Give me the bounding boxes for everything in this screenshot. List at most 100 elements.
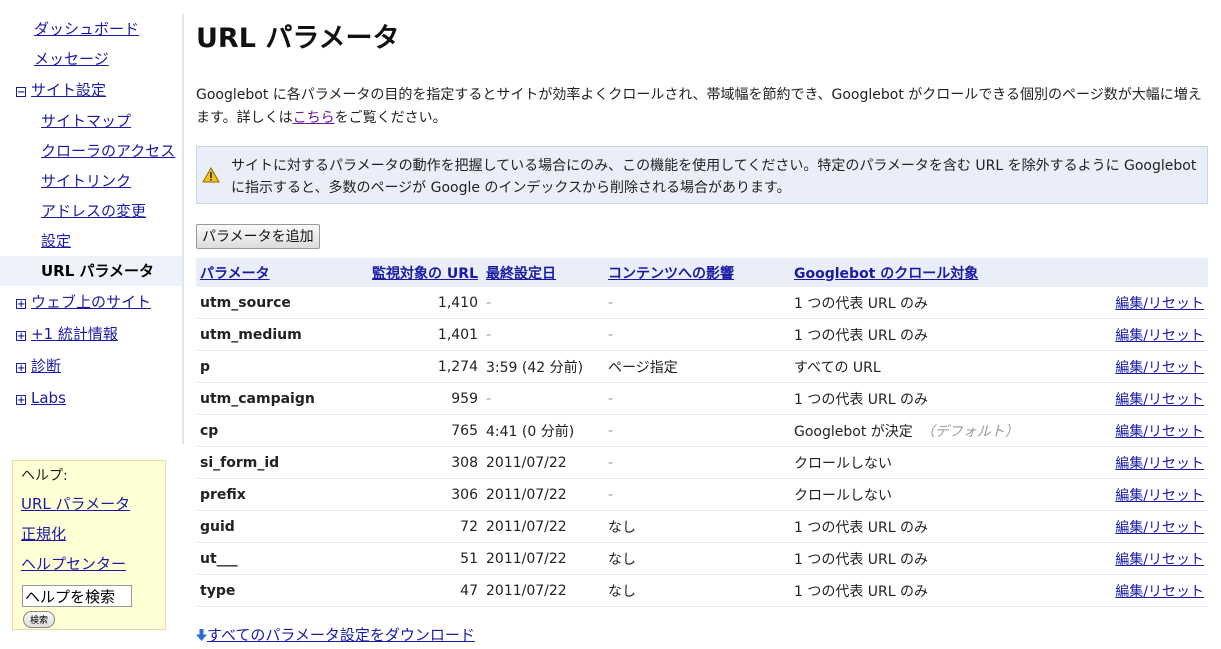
sidebar-item-6[interactable]: アドレスの変更 xyxy=(0,196,182,226)
help-link-canonicalization[interactable]: 正規化 xyxy=(21,523,66,544)
last-configured: 3:59 (42 分前) xyxy=(482,350,604,383)
edit-link[interactable]: 編集 xyxy=(1115,456,1143,472)
learn-more-link[interactable]: こちら xyxy=(293,110,335,126)
monitored-url-count: 1,410 xyxy=(356,287,482,319)
column-header-content-effect[interactable]: コンテンツへの影響 xyxy=(608,266,734,282)
edit-link[interactable]: 編集 xyxy=(1115,328,1143,344)
plus-box-icon[interactable]: + xyxy=(16,363,26,374)
sidebar-item-label[interactable]: Labs xyxy=(31,389,66,407)
reset-link[interactable]: /リセット xyxy=(1143,392,1204,408)
sidebar-item-7[interactable]: 設定 xyxy=(0,226,182,256)
sidebar-item-label[interactable]: 設定 xyxy=(41,232,71,250)
plus-box-icon[interactable]: + xyxy=(16,331,26,342)
row-actions: 編集/リセット xyxy=(1086,382,1208,415)
row-actions: 編集/リセット xyxy=(1086,318,1208,351)
parameter-name: utm_source xyxy=(196,287,356,319)
table-row: utm_source 1,410- -1 つの代表 URL のみ 編集/リセット xyxy=(196,287,1208,319)
edit-link[interactable]: 編集 xyxy=(1115,392,1143,408)
column-header-monitored-urls[interactable]: 監視対象の URL xyxy=(372,266,478,282)
table-row: ut___ 51 2011/07/22 なし 1 つの代表 URL のみ 編集/リセット xyxy=(196,542,1208,575)
sidebar-item-label[interactable]: アドレスの変更 xyxy=(41,202,146,220)
last-configured: 2011/07/22 xyxy=(482,446,604,479)
content-effect: - xyxy=(604,382,790,415)
crawl-target: Googlebot が決定 （デフォルト） xyxy=(790,414,1086,447)
table-header-row: パラメータ 監視対象の URL 最終設定日 コンテンツへの影響 Googlebo… xyxy=(196,258,1208,287)
add-parameter-button[interactable]: パラメータを追加 xyxy=(196,224,320,249)
content-effect: ページ指定 xyxy=(604,350,790,383)
edit-link[interactable]: 編集 xyxy=(1115,520,1143,536)
reset-link[interactable]: /リセット xyxy=(1143,520,1204,536)
sidebar-item-2[interactable]: − サイト設定 xyxy=(0,74,182,106)
last-configured: - xyxy=(482,318,604,351)
sidebar-item-11[interactable]: + 診断 xyxy=(0,350,182,382)
column-header-crawl-target[interactable]: Googlebot のクロール対象 xyxy=(794,266,978,282)
last-configured: - xyxy=(482,287,604,319)
last-configured: - xyxy=(482,382,604,415)
help-search-input[interactable] xyxy=(22,585,132,607)
table-row: utm_medium 1,401- -1 つの代表 URL のみ 編集/リセット xyxy=(196,318,1208,351)
edit-link[interactable]: 編集 xyxy=(1115,584,1143,600)
crawl-target: 1 つの代表 URL のみ xyxy=(790,318,1086,351)
plus-box-icon[interactable]: + xyxy=(16,299,26,310)
reset-link[interactable]: /リセット xyxy=(1143,424,1204,440)
parameter-name: si_form_id xyxy=(196,446,356,479)
column-header-parameter[interactable]: パラメータ xyxy=(200,266,270,282)
sidebar-item-9[interactable]: + ウェブ上のサイト xyxy=(0,286,182,318)
help-link-help-center[interactable]: ヘルプセンター xyxy=(21,553,126,574)
table-row: cp 765 4:41 (0 分前) - Googlebot が決定 （デフォルト） 編集/… xyxy=(196,414,1208,447)
sidebar-item-label[interactable]: サイトマップ xyxy=(41,112,131,130)
sidebar-item-12[interactable]: + Labs xyxy=(0,382,182,414)
sidebar-item-4[interactable]: クローラのアクセス xyxy=(0,136,182,166)
sidebar-item-10[interactable]: + +1 統計情報 xyxy=(0,318,182,350)
row-actions: 編集/リセット xyxy=(1086,350,1208,383)
sidebar-item-label[interactable]: +1 統計情報 xyxy=(31,325,118,343)
download-all-settings-link[interactable]: すべてのパラメータ設定をダウンロード xyxy=(207,626,475,644)
last-configured: 4:41 (0 分前) xyxy=(482,414,604,447)
row-actions: 編集/リセット xyxy=(1086,478,1208,511)
reset-link[interactable]: /リセット xyxy=(1143,328,1204,344)
column-header-last-configured[interactable]: 最終設定日 xyxy=(486,266,556,282)
sidebar-item-label[interactable]: サイトリンク xyxy=(41,172,131,190)
sidebar-item-label: URL パラメータ xyxy=(41,262,155,280)
sidebar-item-label[interactable]: クローラのアクセス xyxy=(41,142,175,160)
sidebar-item-label[interactable]: メッセージ xyxy=(34,50,109,68)
reset-link[interactable]: /リセット xyxy=(1143,552,1204,568)
reset-link[interactable]: /リセット xyxy=(1143,488,1204,504)
sidebar-item-1[interactable]: メッセージ xyxy=(0,44,182,74)
sidebar-item-0[interactable]: ダッシュボード xyxy=(0,14,182,44)
plus-box-icon[interactable]: + xyxy=(16,395,26,406)
edit-link[interactable]: 編集 xyxy=(1115,488,1143,504)
help-link-url-parameters[interactable]: URL パラメータ xyxy=(21,493,130,514)
content-effect: なし xyxy=(604,542,790,575)
sidebar-item-label[interactable]: ダッシュボード xyxy=(34,20,139,38)
crawl-target: 1 つの代表 URL のみ xyxy=(790,574,1086,607)
edit-link[interactable]: 編集 xyxy=(1115,552,1143,568)
sidebar-item-5[interactable]: サイトリンク xyxy=(0,166,182,196)
crawl-target-value: 1 つの代表 URL のみ xyxy=(794,391,929,408)
monitored-url-count: 765 xyxy=(356,414,482,447)
crawl-target-value: クロールしない xyxy=(794,455,892,472)
sidebar: ダッシュボード メッセージ − サイト設定サイトマップクローラのアクセス サイトリンクア… xyxy=(0,0,182,649)
content-effect: - xyxy=(604,446,790,479)
reset-link[interactable]: /リセット xyxy=(1143,296,1204,312)
row-actions: 編集/リセット xyxy=(1086,446,1208,479)
parameter-name: utm_campaign xyxy=(196,382,356,415)
edit-link[interactable]: 編集 xyxy=(1115,424,1143,440)
table-row: prefix 306 2011/07/22- クロールしない 編集/リセット xyxy=(196,478,1208,511)
edit-link[interactable]: 編集 xyxy=(1115,360,1143,376)
sidebar-item-label[interactable]: ウェブ上のサイト xyxy=(31,293,151,311)
monitored-url-count: 308 xyxy=(356,446,482,479)
sidebar-item-label[interactable]: サイト設定 xyxy=(31,81,106,99)
sidebar-divider xyxy=(182,14,184,444)
reset-link[interactable]: /リセット xyxy=(1143,584,1204,600)
reset-link[interactable]: /リセット xyxy=(1143,456,1204,472)
crawl-target: クロールしない xyxy=(790,446,1086,479)
minus-box-icon[interactable]: − xyxy=(16,87,26,98)
parameter-name: p xyxy=(196,350,356,383)
reset-link[interactable]: /リセット xyxy=(1143,360,1204,376)
sidebar-item-3[interactable]: サイトマップ xyxy=(0,106,182,136)
last-configured: 2011/07/22 xyxy=(482,574,604,607)
sidebar-item-label[interactable]: 診断 xyxy=(31,357,61,375)
edit-link[interactable]: 編集 xyxy=(1115,296,1143,312)
help-search-button[interactable]: 検索 xyxy=(23,611,56,628)
